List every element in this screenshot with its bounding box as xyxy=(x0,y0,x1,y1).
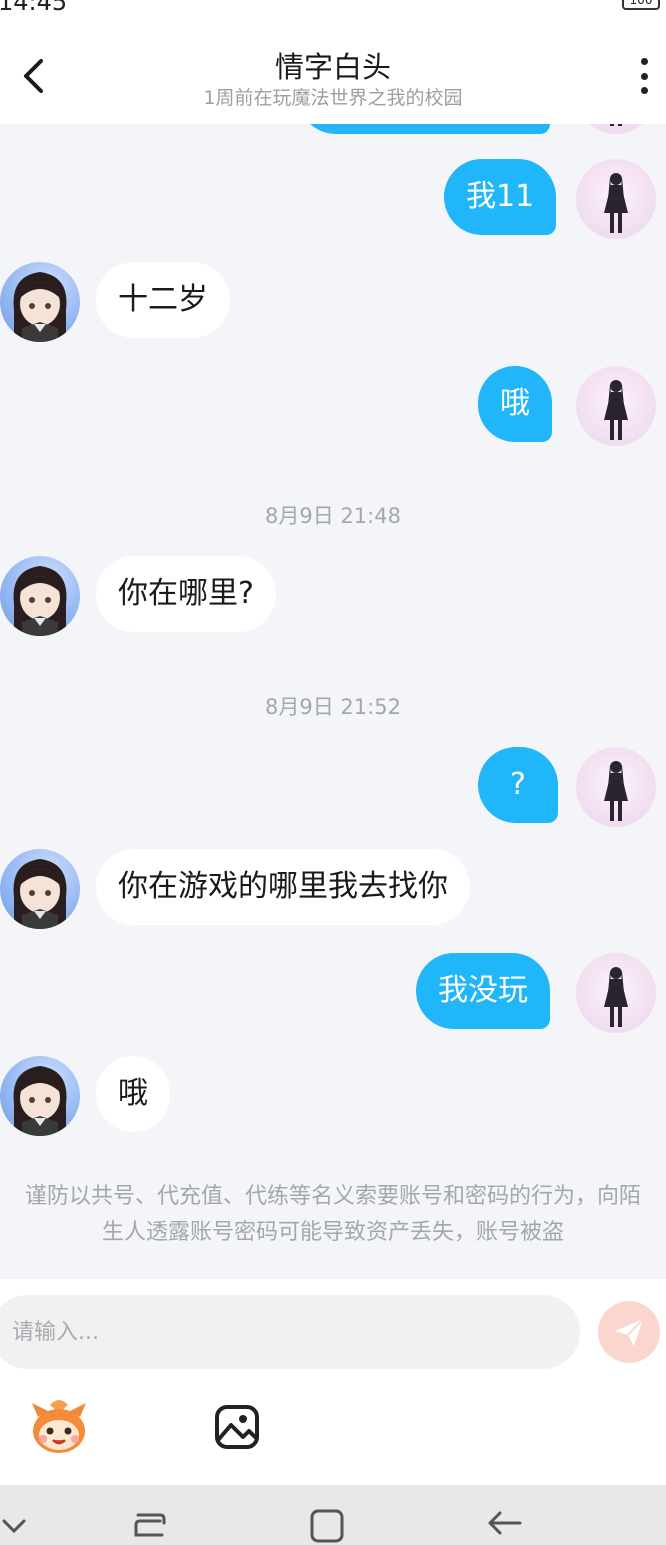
emoji-icon[interactable] xyxy=(28,1395,90,1457)
timestamp: 8月9日 21:52 xyxy=(265,695,401,719)
message-bubble-outgoing[interactable]: 我11 xyxy=(444,159,557,235)
status-bar: 14:45 100 xyxy=(0,0,666,14)
contact-avatar[interactable] xyxy=(0,1056,80,1136)
nav-recent-icon[interactable] xyxy=(130,1505,170,1545)
nav-home-icon[interactable] xyxy=(306,1505,346,1545)
status-icons: 100 xyxy=(622,0,660,10)
contact-avatar[interactable] xyxy=(0,849,80,929)
message-bubble-incoming[interactable]: 十二岁 xyxy=(96,262,230,338)
message-bubble-outgoing[interactable]: 我没玩 xyxy=(416,953,550,1029)
nav-down-icon[interactable] xyxy=(0,1505,38,1545)
timestamp: 8月9日 21:48 xyxy=(265,504,401,528)
image-icon[interactable] xyxy=(213,1403,261,1451)
message-bubble-outgoing[interactable]: ? xyxy=(478,747,558,823)
message-bubble-incoming[interactable]: 你在哪里? xyxy=(96,556,276,632)
message-input[interactable] xyxy=(0,1295,580,1369)
message-bubble-incoming[interactable]: 哦 xyxy=(96,1056,170,1132)
chat-header: 情字白头 1周前在玩魔法世界之我的校园 xyxy=(0,14,666,124)
status-time: 14:45 xyxy=(0,0,68,14)
contact-avatar[interactable] xyxy=(0,262,80,342)
contact-status: 1周前在玩魔法世界之我的校园 xyxy=(203,87,463,109)
input-area xyxy=(0,1279,666,1485)
my-avatar[interactable] xyxy=(576,159,656,239)
security-notice: 谨防以共号、代充值、代练等名义索要账号和密码的行为，向陌生人透露账号密码可能导致… xyxy=(24,1184,641,1245)
contact-name: 情字白头 xyxy=(274,50,391,84)
more-vertical-icon[interactable] xyxy=(638,58,650,94)
contact-avatar[interactable] xyxy=(0,556,80,636)
message-list[interactable]: 我11 十二岁 哦 8月9日 21:48 你在哪里? 8月9日 21:52 ? … xyxy=(0,124,666,1279)
send-button[interactable] xyxy=(598,1301,660,1363)
message-bubble-cropped xyxy=(298,124,550,134)
system-nav-bar xyxy=(0,1485,666,1545)
message-bubble-outgoing[interactable]: 哦 xyxy=(478,366,552,442)
my-avatar[interactable] xyxy=(576,747,656,827)
nav-back-icon[interactable] xyxy=(484,1505,524,1545)
my-avatar[interactable] xyxy=(576,124,656,134)
message-bubble-incoming[interactable]: 你在游戏的哪里我去找你 xyxy=(96,849,470,925)
my-avatar[interactable] xyxy=(576,953,656,1033)
send-icon xyxy=(615,1318,644,1346)
battery-icon: 100 xyxy=(622,0,660,10)
my-avatar[interactable] xyxy=(576,366,656,446)
